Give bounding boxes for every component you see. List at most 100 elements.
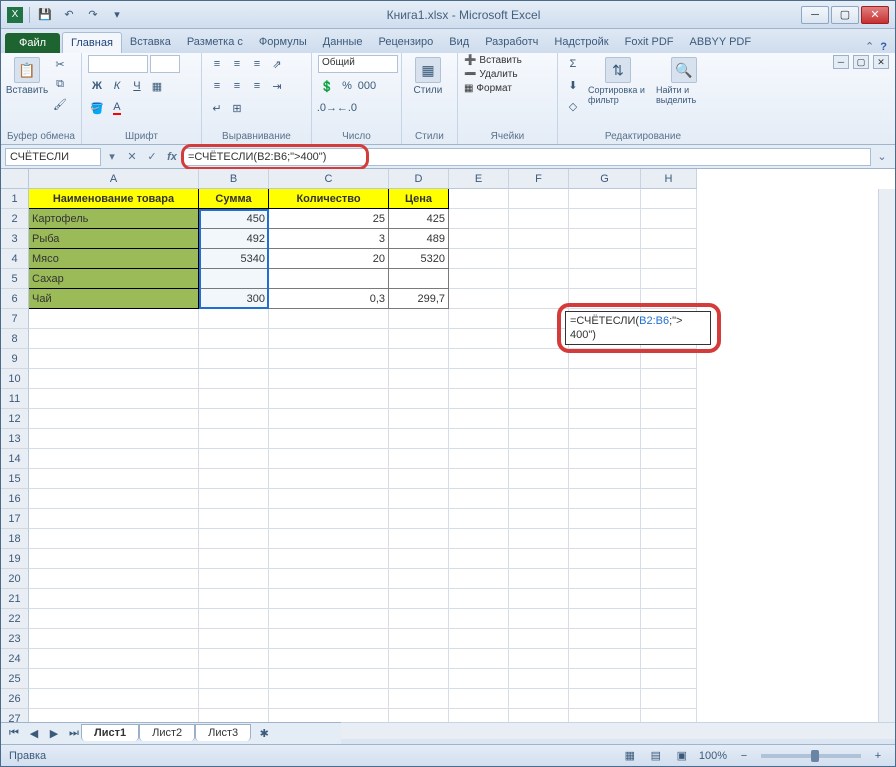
cell-C16[interactable] xyxy=(269,489,389,509)
cell-E13[interactable] xyxy=(449,429,509,449)
expand-formula-bar-button[interactable]: ⌄ xyxy=(873,148,891,166)
cell-A24[interactable] xyxy=(29,649,199,669)
cell-G10[interactable] xyxy=(569,369,641,389)
cell-D14[interactable] xyxy=(389,449,449,469)
col-header-H[interactable]: H xyxy=(641,169,697,189)
cell-A18[interactable] xyxy=(29,529,199,549)
cell-A27[interactable] xyxy=(29,709,199,722)
cell-G13[interactable] xyxy=(569,429,641,449)
align-right-button[interactable]: ≡ xyxy=(248,77,266,95)
cell-G27[interactable] xyxy=(569,709,641,722)
cell-G26[interactable] xyxy=(569,689,641,709)
increase-decimal-button[interactable]: .0→ xyxy=(318,99,336,117)
cell-F19[interactable] xyxy=(509,549,569,569)
cell-G11[interactable] xyxy=(569,389,641,409)
cell-G6[interactable] xyxy=(569,289,641,309)
bold-button[interactable]: Ж xyxy=(88,77,106,95)
cell-B3[interactable]: 492 xyxy=(199,229,269,249)
cell-A11[interactable] xyxy=(29,389,199,409)
row-header-17[interactable]: 17 xyxy=(1,509,29,529)
ribbon-tab-0[interactable]: Главная xyxy=(62,32,122,53)
cell-C7[interactable] xyxy=(269,309,389,329)
cell-C3[interactable]: 3 xyxy=(269,229,389,249)
cell-H15[interactable] xyxy=(641,469,697,489)
find-select-button[interactable]: 🔍 Найти и выделить xyxy=(654,55,714,107)
minimize-button[interactable]: ─ xyxy=(801,6,829,24)
cell-A17[interactable] xyxy=(29,509,199,529)
cell-H22[interactable] xyxy=(641,609,697,629)
cell-H21[interactable] xyxy=(641,589,697,609)
row-header-8[interactable]: 8 xyxy=(1,329,29,349)
col-header-C[interactable]: C xyxy=(269,169,389,189)
align-middle-button[interactable]: ≡ xyxy=(228,55,246,73)
cell-E18[interactable] xyxy=(449,529,509,549)
select-all-corner[interactable] xyxy=(1,169,29,189)
cell-F18[interactable] xyxy=(509,529,569,549)
cell-H25[interactable] xyxy=(641,669,697,689)
wrap-text-button[interactable]: ↵ xyxy=(208,99,226,117)
clear-button[interactable]: ◇ xyxy=(564,97,582,115)
insert-cells-button[interactable]: ➕Вставить xyxy=(464,55,522,66)
cell-D2[interactable]: 425 xyxy=(389,209,449,229)
row-header-22[interactable]: 22 xyxy=(1,609,29,629)
cell-D12[interactable] xyxy=(389,409,449,429)
cell-G1[interactable] xyxy=(569,189,641,209)
cell-D19[interactable] xyxy=(389,549,449,569)
ribbon-tab-5[interactable]: Рецензиро xyxy=(371,32,442,53)
cell-C4[interactable]: 20 xyxy=(269,249,389,269)
cell-B17[interactable] xyxy=(199,509,269,529)
cell-E24[interactable] xyxy=(449,649,509,669)
underline-button[interactable]: Ч xyxy=(128,77,146,95)
cell-A26[interactable] xyxy=(29,689,199,709)
col-header-D[interactable]: D xyxy=(389,169,449,189)
cell-B26[interactable] xyxy=(199,689,269,709)
cell-F12[interactable] xyxy=(509,409,569,429)
cell-G25[interactable] xyxy=(569,669,641,689)
cell-D7[interactable] xyxy=(389,309,449,329)
cell-A6[interactable]: Чай xyxy=(29,289,199,309)
ribbon-tab-3[interactable]: Формулы xyxy=(251,32,315,53)
page-break-view-button[interactable]: ▣ xyxy=(673,747,691,765)
col-header-B[interactable]: B xyxy=(199,169,269,189)
fill-button[interactable]: ⬇ xyxy=(564,76,582,94)
cell-E6[interactable] xyxy=(449,289,509,309)
italic-button[interactable]: К xyxy=(108,77,126,95)
cell-B9[interactable] xyxy=(199,349,269,369)
row-header-10[interactable]: 10 xyxy=(1,369,29,389)
save-button[interactable]: 💾 xyxy=(36,6,54,24)
row-header-15[interactable]: 15 xyxy=(1,469,29,489)
cell-B27[interactable] xyxy=(199,709,269,722)
cell-D15[interactable] xyxy=(389,469,449,489)
cell-H18[interactable] xyxy=(641,529,697,549)
cell-A9[interactable] xyxy=(29,349,199,369)
sheet-prev-button[interactable]: ◀ xyxy=(25,725,43,743)
cell-F21[interactable] xyxy=(509,589,569,609)
cell-F25[interactable] xyxy=(509,669,569,689)
row-header-20[interactable]: 20 xyxy=(1,569,29,589)
cell-A22[interactable] xyxy=(29,609,199,629)
vertical-scrollbar[interactable] xyxy=(878,189,895,722)
cell-D16[interactable] xyxy=(389,489,449,509)
cell-E2[interactable] xyxy=(449,209,509,229)
cell-G20[interactable] xyxy=(569,569,641,589)
cell-F13[interactable] xyxy=(509,429,569,449)
cell-C2[interactable]: 25 xyxy=(269,209,389,229)
cell-D8[interactable] xyxy=(389,329,449,349)
cell-C25[interactable] xyxy=(269,669,389,689)
cell-A20[interactable] xyxy=(29,569,199,589)
zoom-in-button[interactable]: + xyxy=(869,747,887,765)
cell-B6[interactable]: 300 xyxy=(199,289,269,309)
align-center-button[interactable]: ≡ xyxy=(228,77,246,95)
sort-filter-button[interactable]: ⇅ Сортировка и фильтр xyxy=(586,55,650,107)
cell-A21[interactable] xyxy=(29,589,199,609)
horizontal-scrollbar[interactable] xyxy=(341,722,895,739)
cell-A7[interactable] xyxy=(29,309,199,329)
cell-D1[interactable]: Цена xyxy=(389,189,449,209)
cell-A15[interactable] xyxy=(29,469,199,489)
font-name-dropdown[interactable] xyxy=(88,55,148,73)
cell-H11[interactable] xyxy=(641,389,697,409)
cell-E7[interactable] xyxy=(449,309,509,329)
col-header-G[interactable]: G xyxy=(569,169,641,189)
cell-D24[interactable] xyxy=(389,649,449,669)
cell-D25[interactable] xyxy=(389,669,449,689)
